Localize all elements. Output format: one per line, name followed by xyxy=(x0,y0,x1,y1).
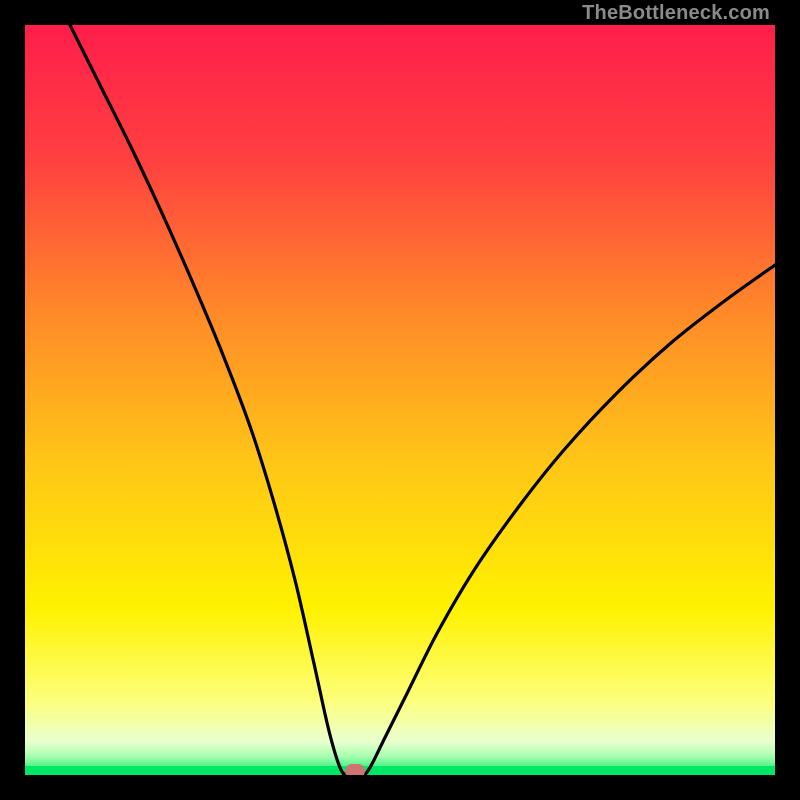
chart-frame: TheBottleneck.com xyxy=(0,0,800,800)
plot-area xyxy=(25,25,775,775)
bottleneck-curve xyxy=(25,25,775,775)
attribution-text: TheBottleneck.com xyxy=(582,2,770,25)
optimum-marker xyxy=(345,764,365,775)
